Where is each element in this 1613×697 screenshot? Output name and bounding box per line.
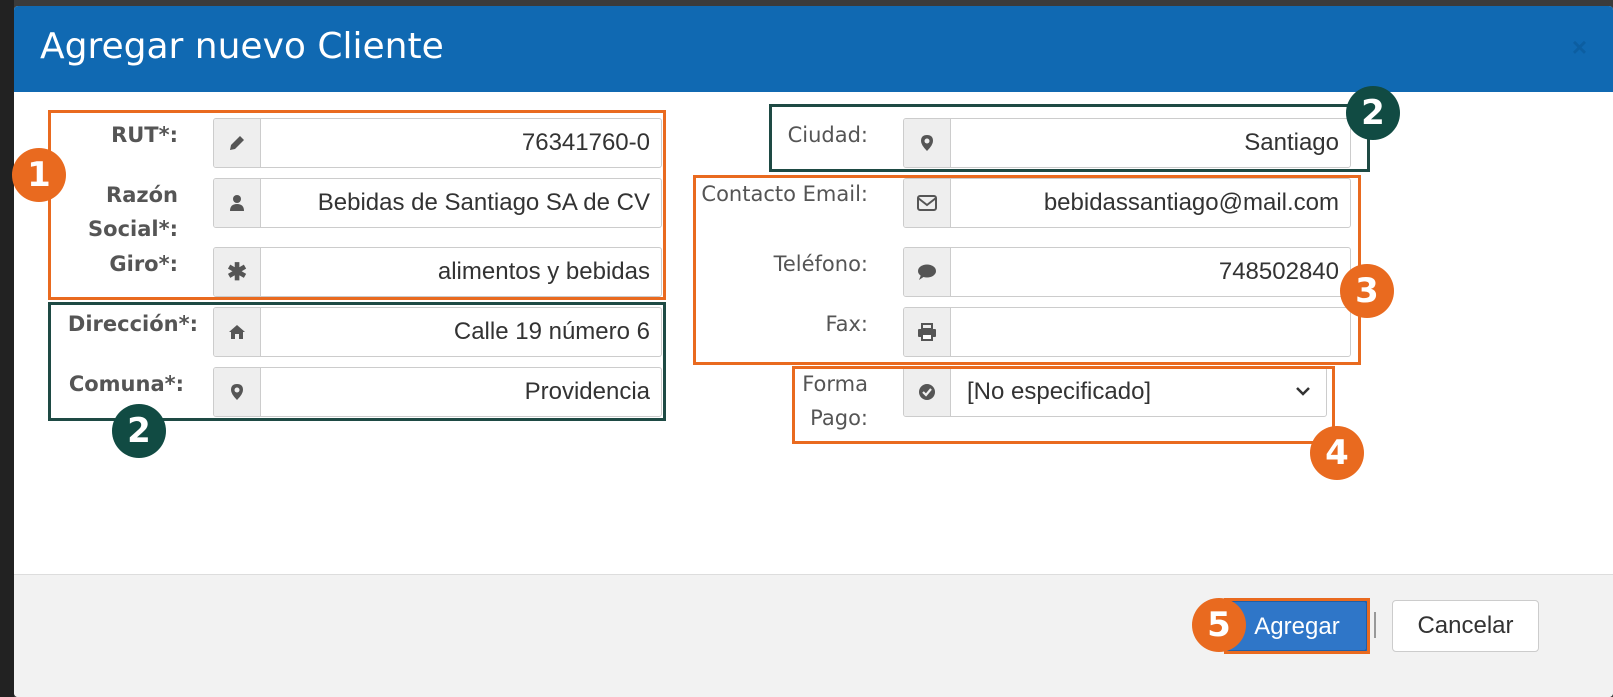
page-backdrop — [0, 0, 14, 697]
highlight-box-1 — [48, 110, 666, 300]
step-badge-5: 5 — [1192, 598, 1246, 652]
step-badge-1: 1 — [12, 148, 66, 202]
step-badge-2-right: 2 — [1346, 86, 1400, 140]
close-icon[interactable]: × — [1572, 32, 1587, 63]
step-badge-2-left: 2 — [112, 404, 166, 458]
step-badge-4: 4 — [1310, 426, 1364, 480]
button-separator — [1374, 612, 1376, 638]
highlight-box-3 — [693, 175, 1361, 365]
highlight-box-4 — [792, 366, 1335, 444]
modal-header: Agregar nuevo Cliente × — [14, 6, 1613, 92]
modal-title: Agregar nuevo Cliente — [40, 26, 444, 67]
highlight-box-2-right — [769, 104, 1370, 172]
step-badge-3: 3 — [1340, 264, 1394, 318]
cancelar-button[interactable]: Cancelar — [1392, 600, 1539, 652]
